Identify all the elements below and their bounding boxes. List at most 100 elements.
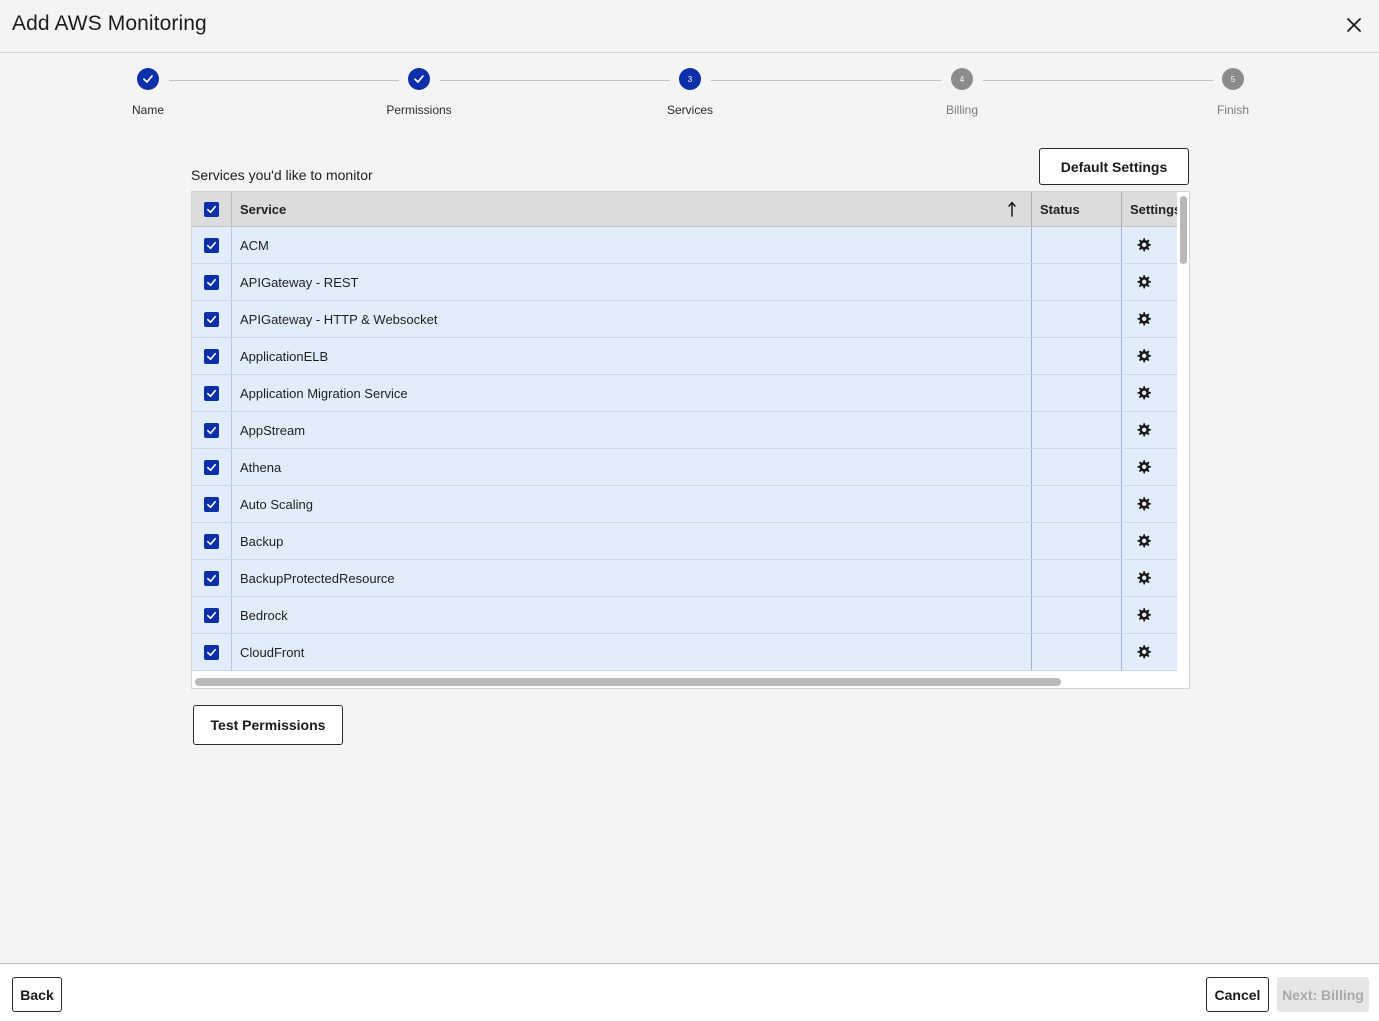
row-checkbox-cell [192, 227, 232, 263]
horizontal-scrollbar[interactable] [192, 676, 1177, 686]
row-settings-cell [1122, 227, 1177, 263]
row-settings-cell [1122, 634, 1177, 670]
service-name: AppStream [232, 412, 1032, 448]
service-status [1032, 375, 1122, 411]
gear-icon[interactable] [1135, 347, 1153, 365]
gear-icon[interactable] [1135, 384, 1153, 402]
gear-icon[interactable] [1135, 569, 1153, 587]
row-settings-cell [1122, 523, 1177, 559]
gear-icon[interactable] [1135, 458, 1153, 476]
gear-icon[interactable] [1135, 606, 1153, 624]
column-header-settings[interactable]: Settings [1122, 192, 1177, 226]
column-header-service[interactable]: Service [232, 192, 1032, 226]
sort-ascending-icon[interactable] [1007, 200, 1017, 218]
row-settings-cell [1122, 560, 1177, 596]
services-table: Service Status Settings ACM APIGateway - … [191, 191, 1190, 689]
table-row[interactable]: Application Migration Service [192, 375, 1177, 412]
row-checkbox[interactable] [204, 348, 219, 364]
gear-icon[interactable] [1135, 421, 1153, 439]
service-name: Backup [232, 523, 1032, 559]
row-checkbox-cell [192, 597, 232, 633]
row-settings-cell [1122, 449, 1177, 485]
table-row[interactable]: Athena [192, 449, 1177, 486]
column-header-service-label: Service [240, 201, 287, 217]
service-name: CloudFront [232, 634, 1032, 670]
table-row[interactable]: Auto Scaling [192, 486, 1177, 523]
table-row[interactable]: Backup [192, 523, 1177, 560]
gear-icon[interactable] [1135, 273, 1153, 291]
service-status [1032, 449, 1122, 485]
row-checkbox[interactable] [204, 274, 219, 290]
header-checkbox-cell [192, 192, 232, 226]
table-row[interactable]: ApplicationELB [192, 338, 1177, 375]
table-row[interactable]: Bedrock [192, 597, 1177, 634]
table-row[interactable]: BackupProtectedResource [192, 560, 1177, 597]
row-settings-cell [1122, 338, 1177, 374]
row-checkbox[interactable] [204, 459, 219, 475]
table-row[interactable]: AppStream [192, 412, 1177, 449]
row-checkbox-cell [192, 449, 232, 485]
gear-icon[interactable] [1135, 236, 1153, 254]
gear-icon[interactable] [1135, 643, 1153, 661]
dialog-footer: Back Cancel Next: Billing [0, 963, 1379, 1021]
service-status [1032, 560, 1122, 596]
service-status [1032, 634, 1122, 670]
service-status [1032, 412, 1122, 448]
service-name: Auto Scaling [232, 486, 1032, 522]
service-status [1032, 486, 1122, 522]
service-status [1032, 523, 1122, 559]
wizard-stepper: Name Permissions 3 Services 4 Billing 5 … [0, 66, 1379, 126]
select-all-checkbox[interactable] [204, 201, 219, 217]
table-row[interactable]: APIGateway - HTTP & Websocket [192, 301, 1177, 338]
back-button[interactable]: Back [12, 977, 62, 1012]
row-checkbox-cell [192, 375, 232, 411]
dialog-title: Add AWS Monitoring [12, 12, 207, 35]
scrollbar-thumb[interactable] [195, 678, 1061, 686]
step-label: Name [131, 103, 164, 117]
step-label: Finish [1216, 103, 1249, 117]
row-checkbox-cell [192, 264, 232, 300]
cancel-button[interactable]: Cancel [1206, 977, 1269, 1012]
dialog-header: Add AWS Monitoring [0, 0, 1379, 53]
services-heading: Services you'd like to monitor [191, 167, 373, 183]
scrollbar-thumb[interactable] [1180, 196, 1187, 264]
next-billing-button[interactable]: Next: Billing [1277, 977, 1369, 1012]
service-status [1032, 264, 1122, 300]
row-checkbox[interactable] [204, 607, 219, 623]
service-status [1032, 301, 1122, 337]
table-row[interactable]: ACM [192, 227, 1177, 264]
row-checkbox[interactable] [204, 533, 219, 549]
step-services: 3 Services [630, 66, 750, 117]
close-icon[interactable] [1343, 14, 1365, 36]
row-checkbox[interactable] [204, 237, 219, 253]
service-status [1032, 227, 1122, 263]
service-name: APIGateway - HTTP & Websocket [232, 301, 1032, 337]
row-settings-cell [1122, 375, 1177, 411]
column-header-status[interactable]: Status [1032, 192, 1122, 226]
row-checkbox[interactable] [204, 496, 219, 512]
table-row[interactable]: CloudFront [192, 634, 1177, 671]
gear-icon[interactable] [1135, 532, 1153, 550]
step-name: Name [88, 66, 208, 117]
row-checkbox-cell [192, 412, 232, 448]
row-checkbox[interactable] [204, 311, 219, 327]
gear-icon[interactable] [1135, 495, 1153, 513]
step-label: Services [666, 103, 713, 117]
service-name: Bedrock [232, 597, 1032, 633]
service-name: APIGateway - REST [232, 264, 1032, 300]
row-checkbox[interactable] [204, 385, 219, 401]
vertical-scrollbar[interactable] [1179, 194, 1188, 674]
row-settings-cell [1122, 412, 1177, 448]
gear-icon[interactable] [1135, 310, 1153, 328]
row-settings-cell [1122, 486, 1177, 522]
default-settings-button[interactable]: Default Settings [1039, 148, 1189, 185]
service-status [1032, 597, 1122, 633]
row-settings-cell [1122, 301, 1177, 337]
table-row[interactable]: APIGateway - REST [192, 264, 1177, 301]
row-checkbox[interactable] [204, 644, 219, 660]
row-checkbox[interactable] [204, 422, 219, 438]
row-checkbox[interactable] [204, 570, 219, 586]
test-permissions-button[interactable]: Test Permissions [193, 705, 343, 745]
service-name: Athena [232, 449, 1032, 485]
check-icon [137, 68, 159, 90]
